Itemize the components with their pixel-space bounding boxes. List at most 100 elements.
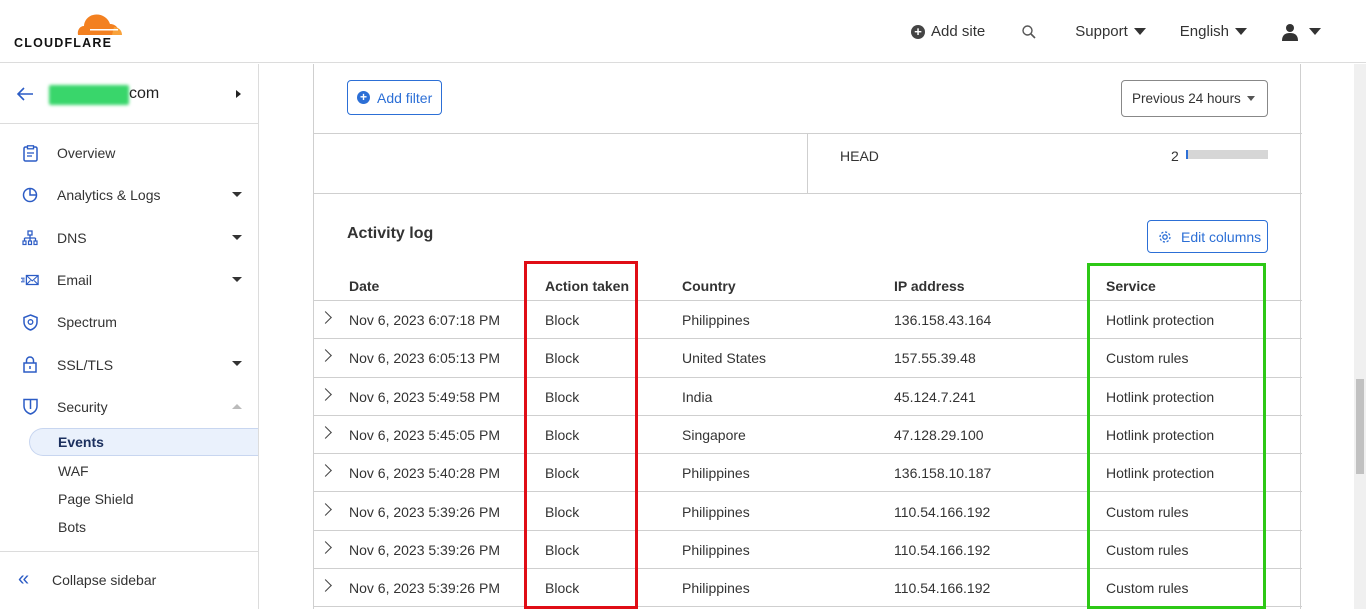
- chevron-down-icon: [232, 361, 242, 367]
- divider: [314, 133, 1302, 134]
- sidebar-item-email[interactable]: Email: [0, 259, 258, 301]
- table-row[interactable]: Nov 6, 2023 5:39:26 PM Block Philippines 11…: [314, 531, 1302, 570]
- time-range-select[interactable]: Previous 24 hours: [1121, 80, 1268, 117]
- sidebar-item-label: Spectrum: [57, 314, 117, 331]
- cloud-logo-icon: [77, 14, 122, 35]
- plus-circle-icon: +: [357, 91, 370, 104]
- sidebar-item-label: Email: [57, 272, 93, 289]
- method-bar-track: [1186, 150, 1268, 159]
- cell-action: Block: [545, 312, 580, 328]
- column-header-ip[interactable]: IP address: [894, 278, 965, 294]
- add-site-label: Add site: [931, 23, 986, 40]
- chevron-right-icon[interactable]: [319, 502, 332, 516]
- pie-chart-icon: [21, 186, 39, 204]
- time-range-label: Previous 24 hours: [1132, 91, 1241, 106]
- back-arrow-icon[interactable]: [16, 87, 34, 101]
- sidebar-subitem-events[interactable]: Events: [29, 428, 258, 457]
- chevron-right-icon[interactable]: [319, 426, 332, 439]
- cell-date: Nov 6, 2023 6:07:18 PM: [349, 312, 500, 328]
- cell-ip: 47.128.29.100: [894, 426, 984, 443]
- table-row[interactable]: Nov 6, 2023 5:39:26 PM Block Philippines 11…: [314, 493, 1302, 531]
- collapse-sidebar-button[interactable]: « Collapse sidebar: [0, 551, 258, 609]
- top-navigation-bar: CLOUDFLARE + Add site Support English: [0, 0, 1366, 63]
- chevron-right-icon[interactable]: [319, 464, 332, 478]
- add-filter-button[interactable]: + Add filter: [347, 80, 442, 115]
- cell-action: Block: [545, 465, 580, 482]
- chevron-down-icon: [1246, 96, 1255, 101]
- table-row[interactable]: Nov 6, 2023 5:39:26 PM Block Philippines 11…: [314, 569, 1302, 608]
- sidebar-item-overview[interactable]: Overview: [0, 132, 258, 174]
- method-bar-fill: [1186, 150, 1188, 159]
- cell-service: Custom rules: [1106, 350, 1189, 367]
- user-menu[interactable]: [1281, 23, 1321, 41]
- cell-service: Hotlink protection: [1106, 388, 1215, 405]
- table-row[interactable]: Nov 6, 2023 5:45:05 PM Block Singapore 47.1…: [314, 416, 1302, 455]
- chevron-down-icon: [1309, 28, 1321, 35]
- sidebar: com Overview Analytics & Logs DNS Email …: [0, 64, 259, 609]
- edit-columns-button[interactable]: Edit columns: [1147, 220, 1268, 253]
- cell-action: Block: [545, 503, 580, 520]
- cell-date: Nov 6, 2023 5:39:26 PM: [349, 541, 500, 558]
- cell-service: Custom rules: [1106, 541, 1189, 558]
- network-icon: [21, 229, 39, 247]
- collapse-sidebar-label: Collapse sidebar: [52, 572, 157, 588]
- method-label: HEAD: [840, 148, 879, 164]
- sidebar-item-analytics-logs[interactable]: Analytics & Logs: [0, 174, 258, 216]
- zone-selector[interactable]: com: [0, 64, 258, 124]
- sidebar-subitem-label: WAF: [58, 462, 89, 479]
- cloudflare-logo[interactable]: CLOUDFLARE: [14, 10, 124, 50]
- add-filter-label: Add filter: [377, 89, 433, 106]
- cell-date: Nov 6, 2023 5:45:05 PM: [349, 426, 500, 443]
- sidebar-item-ssl-tls[interactable]: SSL/TLS: [0, 343, 258, 385]
- support-menu[interactable]: Support: [1075, 23, 1146, 40]
- redacted-domain: [49, 85, 129, 105]
- lock-icon: [21, 356, 39, 374]
- cell-action: Block: [545, 426, 580, 443]
- cell-country: Singapore: [682, 426, 746, 443]
- table-row[interactable]: Nov 6, 2023 5:49:58 PM Block India 45.124.7…: [314, 378, 1302, 416]
- column-header-date[interactable]: Date: [349, 278, 379, 294]
- language-menu[interactable]: English: [1180, 23, 1247, 40]
- cell-date: Nov 6, 2023 5:49:58 PM: [349, 388, 500, 405]
- sidebar-subitem-label: Bots: [58, 519, 87, 536]
- cell-ip: 136.158.43.164: [894, 312, 992, 328]
- divider: [314, 193, 1302, 194]
- cell-country: Philippines: [682, 465, 750, 482]
- logo-text: CLOUDFLARE: [14, 36, 113, 50]
- cell-date: Nov 6, 2023 5:39:26 PM: [349, 503, 500, 520]
- table-row[interactable]: Nov 6, 2023 6:07:18 PM Block Philippines 13…: [314, 301, 1302, 340]
- cell-country: India: [682, 388, 713, 405]
- sidebar-subitem-waf[interactable]: WAF: [0, 456, 258, 484]
- chevron-right-icon[interactable]: [319, 349, 332, 363]
- scrollbar-thumb[interactable]: [1356, 379, 1364, 474]
- chevron-down-icon: [232, 234, 242, 240]
- chevron-right-icon[interactable]: [319, 540, 332, 554]
- sidebar-item-label: Security: [57, 398, 108, 415]
- table-row[interactable]: Nov 6, 2023 6:05:13 PM Block United States…: [314, 339, 1302, 378]
- sidebar-item-security[interactable]: Security: [0, 386, 258, 428]
- sidebar-subitem-page-shield[interactable]: Page Shield: [0, 485, 258, 513]
- column-header-service[interactable]: Service: [1106, 278, 1156, 294]
- sidebar-item-spectrum[interactable]: Spectrum: [0, 301, 258, 343]
- events-card: + Add filter Previous 24 hours HEAD 2 Ac…: [313, 64, 1302, 609]
- sidebar-item-dns[interactable]: DNS: [0, 217, 258, 259]
- column-header-country[interactable]: Country: [682, 278, 736, 294]
- activity-log-title: Activity log: [347, 225, 434, 242]
- cell-ip: 110.54.166.192: [894, 541, 991, 558]
- shield-icon: [21, 398, 39, 416]
- add-site-button[interactable]: + Add site: [911, 23, 985, 40]
- column-header-action[interactable]: Action taken: [545, 278, 629, 294]
- page-scrollbar[interactable]: [1354, 64, 1366, 609]
- clipboard-icon: [21, 144, 39, 162]
- search-button[interactable]: [1021, 24, 1037, 40]
- sidebar-subitem-bots[interactable]: Bots: [0, 513, 258, 541]
- chevron-right-icon[interactable]: [319, 387, 332, 401]
- cell-service: Hotlink protection: [1106, 465, 1215, 482]
- sidebar-item-label: Overview: [57, 145, 116, 162]
- method-count: 2: [1171, 148, 1179, 164]
- chevron-right-icon[interactable]: [319, 311, 332, 324]
- cell-ip: 110.54.166.192: [894, 503, 991, 520]
- chevron-right-icon[interactable]: [319, 579, 332, 592]
- cell-country: Philippines: [682, 541, 750, 558]
- table-row[interactable]: Nov 6, 2023 5:40:28 PM Block Philippines 13…: [314, 454, 1302, 493]
